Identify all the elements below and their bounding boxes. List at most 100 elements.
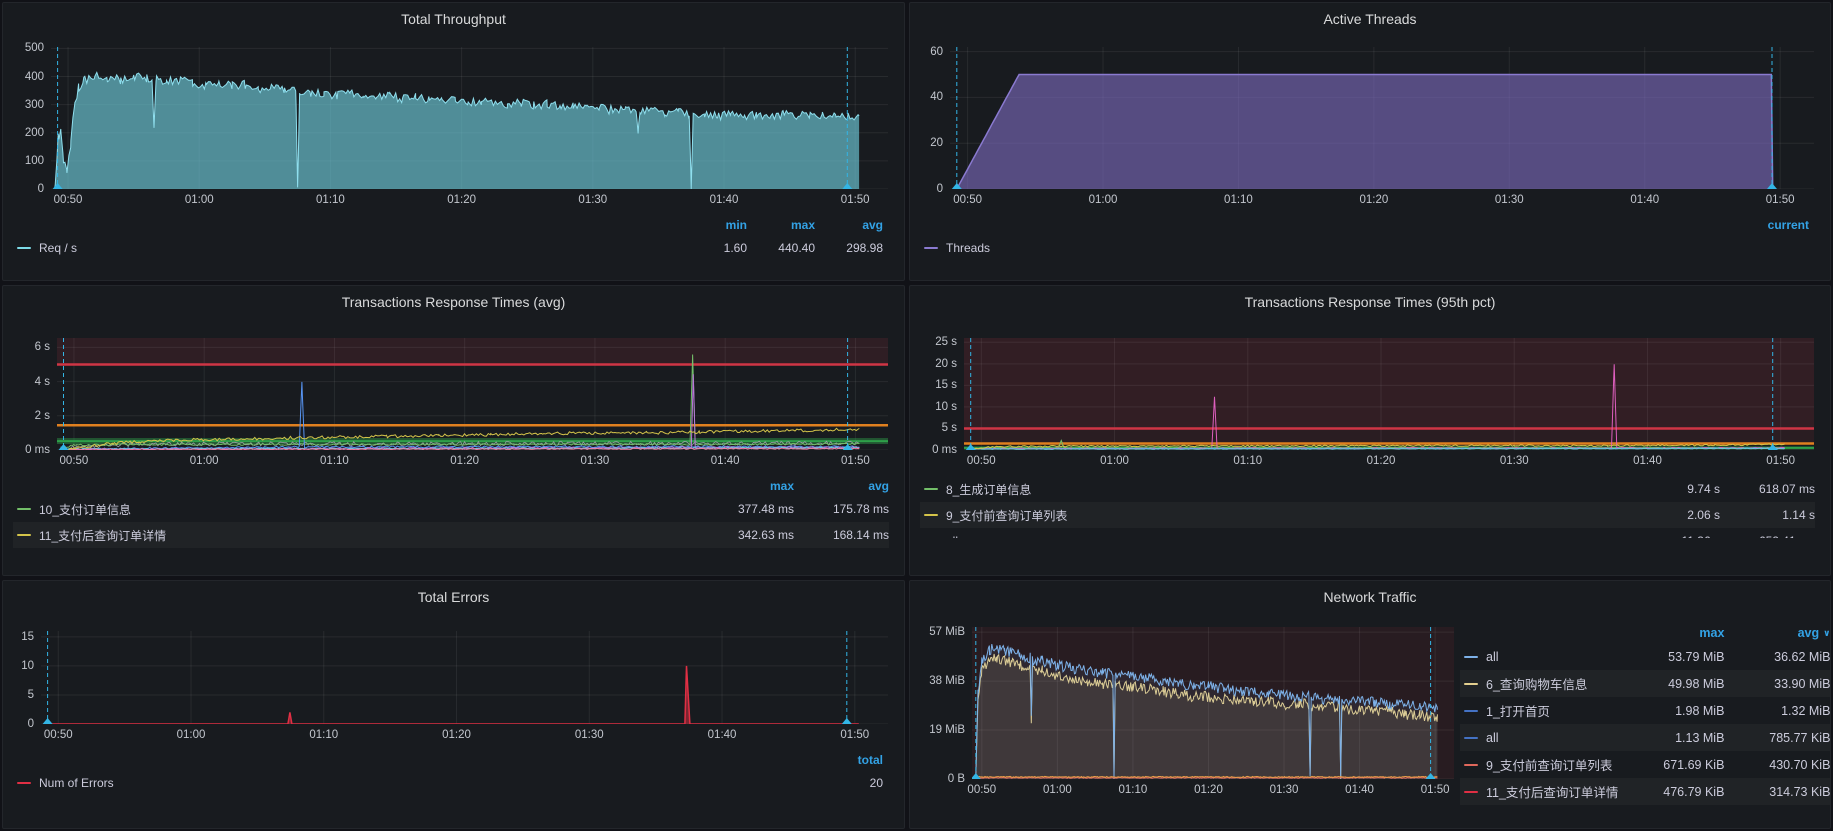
y-tick-label: 500	[25, 42, 44, 54]
legend-sort-max[interactable]: max	[1618, 626, 1724, 640]
panel-title-network-traffic[interactable]: Network Traffic	[920, 585, 1820, 609]
panel-title-total-errors[interactable]: Total Errors	[13, 585, 894, 609]
series-stat-value: 1.98 MiB	[1618, 704, 1724, 718]
x-axis-labels: 00:5001:0001:1001:2001:3001:4001:50	[920, 781, 1460, 801]
legend-sort-avg[interactable]: avg∨	[1724, 626, 1830, 640]
x-tick-label: 01:00	[177, 729, 206, 741]
plot-area[interactable]	[950, 47, 1814, 189]
plot-area[interactable]	[57, 338, 888, 450]
legend-sort-max[interactable]: max	[699, 479, 794, 493]
series-stat-value: 377.48 ms	[699, 502, 794, 516]
panel-total-throughput: Total Throughput 0100200300400500 00:500…	[2, 2, 905, 281]
legend-sort-min[interactable]: min	[679, 218, 747, 232]
plot-area[interactable]	[964, 338, 1814, 450]
legend-row[interactable]: 11_支付后查询订单详情476.79 KiB314.73 KiB	[1460, 778, 1830, 805]
panel-active-threads: Active Threads 0204060 00:50 01:00 01:10 01…	[909, 2, 1831, 281]
plot-area[interactable]	[972, 627, 1454, 779]
legend-row[interactable]: 9_支付前查询订单列表671.69 KiB430.70 KiB	[1460, 751, 1830, 778]
series-label: Req / s	[39, 241, 679, 255]
y-tick-label: 15	[21, 631, 34, 643]
legend-row[interactable]: Num of Errors20	[13, 770, 883, 796]
x-tick-label: 01:00	[1043, 784, 1072, 796]
chart-total-throughput[interactable]: 0100200300400500	[13, 47, 894, 189]
legend-network-traffic: maxavg∨ all53.79 MiB36.62 MiB6_查询购物车信息49.…	[1460, 623, 1831, 805]
y-tick-label: 10	[21, 660, 34, 672]
annotation-marker-icon[interactable]	[43, 718, 53, 724]
legend-active-threads: current Threads	[920, 215, 1820, 261]
legend-sort-max[interactable]: max	[747, 218, 815, 232]
legend-row[interactable]: 9_支付前查询订单列表2.06 s1.14 s	[920, 502, 1815, 528]
panel-title-active-threads[interactable]: Active Threads	[920, 7, 1820, 31]
series-stat-value: 53.79 MiB	[1618, 650, 1724, 664]
legend-row[interactable]: all1.13 MiB785.77 KiB	[1460, 724, 1830, 751]
legend-row[interactable]: 8_生成订单信息9.74 s618.07 ms	[920, 476, 1815, 502]
legend-sort-current[interactable]: current	[1735, 218, 1809, 232]
annotation-marker-icon[interactable]	[842, 718, 852, 724]
legend-row[interactable]: Threads	[920, 235, 1809, 261]
chart-network-traffic[interactable]: 0 B19 MiB38 MiB57 MiB	[920, 627, 1460, 779]
x-axis-labels: 00:5001:0001:1001:2001:3001:4001:50	[920, 452, 1820, 472]
x-tick-label: 01:00	[190, 455, 219, 467]
x-tick-label: 00:50	[44, 729, 73, 741]
x-tick-label: 01:20	[1194, 784, 1223, 796]
legend-row[interactable]: 1_打开首页1.98 MiB1.32 MiB	[1460, 697, 1830, 724]
y-tick-label: 20	[930, 137, 943, 149]
legend-header: total	[13, 750, 883, 770]
y-tick-label: 57 MiB	[929, 626, 965, 638]
series-stat-value: 342.63 ms	[699, 528, 794, 542]
chart-response-times-95pct[interactable]: 0 ms5 s10 s15 s20 s25 s	[920, 338, 1820, 450]
chart-response-times-avg[interactable]: 0 ms2 s4 s6 s	[13, 338, 894, 450]
panel-title-response-times-95pct[interactable]: Transactions Response Times (95th pct)	[920, 290, 1820, 314]
x-tick-label: 01:30	[1500, 455, 1529, 467]
panel-title-total-throughput[interactable]: Total Throughput	[13, 7, 894, 31]
series-stat-value: 1.60	[679, 241, 747, 255]
y-tick-label: 5 s	[942, 422, 957, 434]
x-tick-label: 01:50	[840, 729, 869, 741]
plot-area[interactable]	[41, 631, 888, 724]
legend-row[interactable]: Req / s1.60440.40298.98	[13, 235, 883, 261]
legend-row[interactable]: 10_支付订单信息377.48 ms175.78 ms	[13, 496, 889, 522]
y-tick-label: 15 s	[935, 379, 957, 391]
series-label: 9_支付前查询订单列表	[946, 507, 1625, 524]
legend-sort-avg[interactable]: avg	[794, 479, 889, 493]
series-label: all	[946, 534, 1625, 538]
series-label: 8_生成订单信息	[946, 481, 1625, 498]
series-label: 10_支付订单信息	[39, 501, 699, 518]
y-tick-label: 100	[25, 155, 44, 167]
series-color-dash	[17, 247, 31, 249]
legend-row[interactable]: all53.79 MiB36.62 MiB	[1460, 643, 1830, 670]
legend-response-times-95pct: 8_生成订单信息9.74 s618.07 ms9_支付前查询订单列表2.06 s…	[920, 476, 1820, 538]
y-axis-labels: 0 ms5 s10 s15 s20 s25 s	[920, 338, 964, 450]
x-tick-label: 00:50	[953, 194, 982, 206]
legend-row[interactable]: 6_查询购物车信息49.98 MiB33.90 MiB	[1460, 670, 1830, 697]
legend-row[interactable]: all11.36 s652.41 ms	[920, 528, 1815, 538]
x-tick-label: 01:30	[1495, 194, 1524, 206]
x-tick-label: 01:50	[1766, 194, 1795, 206]
series-stat-value: 1.32 MiB	[1724, 704, 1830, 718]
series-stat-value: 175.78 ms	[794, 502, 889, 516]
legend-row[interactable]: 11_支付后查询订单详情342.63 ms168.14 ms	[13, 522, 889, 548]
y-axis-labels: 051015	[13, 631, 41, 724]
x-tick-label: 01:10	[1224, 194, 1253, 206]
series-stat-value: 36.62 MiB	[1724, 650, 1830, 664]
legend-response-times-avg: maxavg10_支付订单信息377.48 ms175.78 ms11_支付后查…	[13, 476, 894, 548]
legend-header: minmaxavg	[13, 215, 883, 235]
panel-title-response-times-avg[interactable]: Transactions Response Times (avg)	[13, 290, 894, 314]
y-axis-labels: 0100200300400500	[13, 47, 51, 189]
x-tick-label: 01:00	[1100, 455, 1129, 467]
series-stat-value: 671.69 KiB	[1618, 758, 1724, 772]
x-tick-label: 01:10	[1119, 784, 1148, 796]
chart-active-threads[interactable]: 0204060	[920, 47, 1820, 189]
x-tick-label: 01:40	[711, 455, 740, 467]
legend-sort-total[interactable]: total	[815, 753, 883, 767]
x-tick-label: 01:20	[442, 729, 471, 741]
series-stat-value: 298.98	[815, 241, 883, 255]
legend-sort-avg[interactable]: avg	[815, 218, 883, 232]
x-tick-label: 01:00	[1089, 194, 1118, 206]
legend-header: current	[920, 215, 1809, 235]
y-tick-label: 2 s	[35, 410, 50, 422]
chart-total-errors[interactable]: 051015	[13, 631, 894, 724]
legend-total-errors: total Num of Errors20	[13, 750, 894, 796]
plot-area[interactable]	[51, 47, 888, 189]
y-tick-label: 19 MiB	[929, 724, 965, 736]
